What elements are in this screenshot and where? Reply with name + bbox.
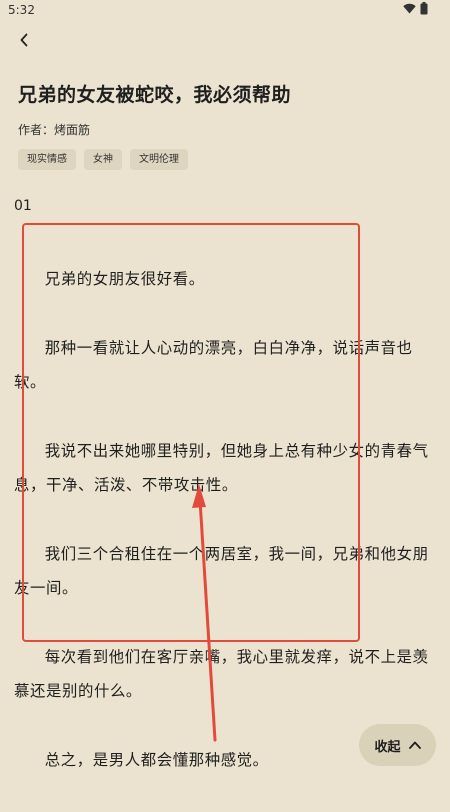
- paragraph: 每次看到他们在客厅亲嘴，我心里就发痒，说不上是羡慕还是别的什么。: [14, 648, 429, 700]
- back-button[interactable]: [10, 26, 38, 54]
- annotation-highlight-box: [22, 223, 360, 642]
- back-arrow-icon: [20, 33, 28, 47]
- collapse-label: 收起: [374, 739, 401, 755]
- status-bar: 5:32: [0, 0, 450, 22]
- tag-item[interactable]: 女神: [84, 149, 122, 170]
- wifi-icon: [403, 3, 416, 14]
- article-title: 兄弟的女友被蛇咬，我必须帮助: [18, 84, 292, 106]
- tag-list: 现实情感 女神 文明伦理: [18, 149, 188, 170]
- tag-item[interactable]: 文明伦理: [130, 149, 188, 170]
- chevron-up-icon: [408, 741, 421, 749]
- battery-icon: [420, 2, 428, 15]
- collapse-button[interactable]: 收起: [359, 724, 436, 766]
- author-label: 作者：烤面筋: [18, 123, 91, 137]
- tag-item[interactable]: 现实情感: [18, 149, 76, 170]
- status-icons: [403, 2, 428, 15]
- chapter-number: 01: [14, 198, 32, 214]
- status-time: 5:32: [8, 3, 35, 17]
